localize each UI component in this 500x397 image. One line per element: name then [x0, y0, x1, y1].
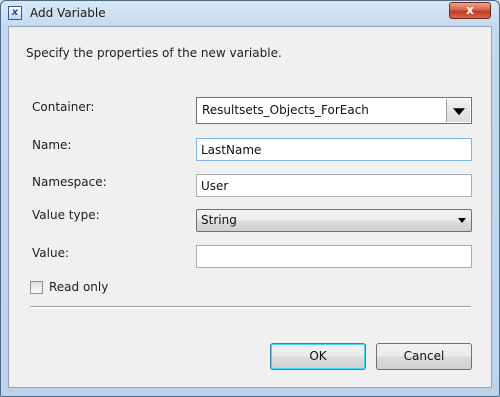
separator [30, 306, 471, 308]
ok-button[interactable]: OK [270, 343, 366, 370]
chevron-down-icon [458, 218, 466, 223]
add-variable-window: x Add Variable x Specify the properties … [0, 0, 500, 397]
chevron-down-icon [452, 107, 465, 115]
container-value: Resultsets_Objects_ForEach [202, 103, 369, 117]
value-type-select[interactable]: String [196, 209, 472, 232]
window-title: Add Variable [30, 6, 106, 20]
dialog-description: Specify the properties of the new variab… [26, 46, 282, 60]
namespace-label: Namespace: [32, 175, 107, 189]
namespace-input[interactable] [196, 174, 472, 197]
value-label: Value: [32, 246, 69, 260]
container-dropdown[interactable]: Resultsets_Objects_ForEach [196, 97, 472, 124]
read-only-checkbox[interactable] [30, 281, 43, 294]
value-input[interactable] [196, 245, 472, 268]
value-type-label: Value type: [32, 208, 100, 222]
container-dropdown-button[interactable] [446, 99, 470, 122]
title-bar: x Add Variable x [1, 1, 499, 25]
close-button[interactable]: x [449, 2, 491, 19]
cancel-button[interactable]: Cancel [376, 343, 472, 370]
value-type-value: String [201, 213, 237, 227]
name-label: Name: [32, 138, 72, 152]
container-label: Container: [32, 100, 95, 114]
variable-app-icon: x [8, 6, 22, 20]
name-input[interactable] [196, 138, 472, 161]
close-icon: x [466, 3, 474, 17]
dialog-body: Specify the properties of the new variab… [8, 26, 492, 388]
read-only-label: Read only [49, 280, 109, 294]
